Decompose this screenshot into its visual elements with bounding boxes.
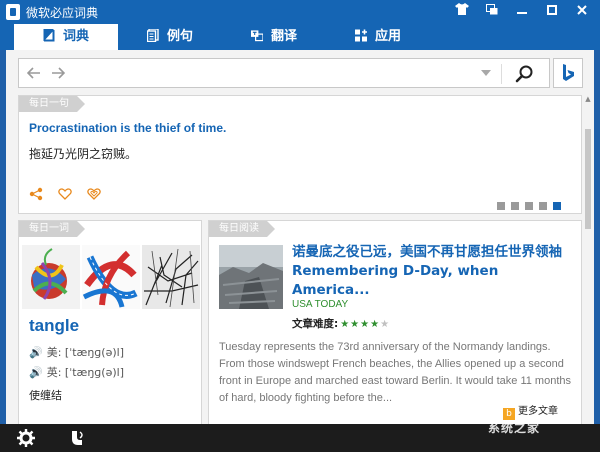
pager-dot[interactable] [511, 202, 519, 210]
close-button[interactable] [568, 0, 596, 24]
daily-word-card: 每日一词 tangle 🔊 美: [ˈtæŋɡ(ə)l] 🔊 英: [ˈtæŋɡ… [18, 220, 202, 426]
daily-sentence-tag: 每日一句 [19, 96, 85, 112]
scrollbar-thumb[interactable] [585, 129, 591, 229]
tab-dictionary-label: 词典 [62, 29, 89, 44]
yarn-ball-image[interactable] [22, 245, 80, 309]
rope-knot-image[interactable] [82, 245, 140, 309]
heart-outline-icon [87, 188, 101, 200]
mini-mode-button[interactable] [478, 0, 506, 24]
heart-icon [58, 188, 72, 200]
tab-dictionary[interactable]: 词典 [14, 24, 118, 50]
pronunciation-us-text: 美: [ˈtæŋɡ(ə)l] [46, 346, 124, 359]
minimize-button[interactable] [508, 0, 536, 24]
article-title[interactable]: 诺曼底之役已远，美国不再甘愿担任世界领袖 Remembering D-Day, … [292, 243, 578, 300]
tab-apps[interactable]: 应用 [326, 24, 430, 50]
maximize-button[interactable] [538, 0, 566, 24]
daily-sentence-english[interactable]: Procrastination is the thief of time. [29, 121, 226, 135]
gear-icon [17, 429, 35, 447]
tab-apps-label: 应用 [374, 29, 401, 44]
sentence-pager [491, 195, 561, 210]
arrow-left-icon [26, 67, 40, 79]
branches-image[interactable] [142, 245, 200, 309]
search-divider [501, 64, 502, 84]
pronunciation-uk-text: 英: [ˈtæŋɡ(ə)l] [46, 366, 124, 379]
window-title: 微软必应词典 [26, 6, 99, 20]
restore-window-icon [486, 4, 498, 15]
tab-examples-label: 例句 [166, 29, 193, 44]
speaker-icon[interactable]: 🔊 [29, 346, 43, 359]
translate-icon [250, 30, 263, 42]
article-difficulty: 文章难度: ★★★★★ [292, 316, 390, 331]
daily-sentence-chinese: 拖延乃光阴之窃贼。 [29, 147, 138, 161]
bing-logo-icon [563, 64, 574, 81]
daily-sentence-card: 每日一句 Procrastination is the thief of tim… [18, 95, 582, 214]
voice-button[interactable] [68, 428, 88, 448]
pronunciation-uk[interactable]: 🔊 英: [ˈtæŋɡ(ə)l] [29, 364, 124, 380]
pager-dot[interactable] [497, 202, 505, 210]
pager-dot-active[interactable] [553, 202, 561, 210]
pronunciation-us[interactable]: 🔊 美: [ˈtæŋɡ(ə)l] [29, 344, 124, 360]
settings-button[interactable] [16, 428, 36, 448]
document-icon [146, 29, 159, 42]
title-bar: 微软必应词典 [0, 0, 600, 24]
pager-dot[interactable] [539, 202, 547, 210]
forward-button[interactable] [49, 65, 67, 83]
daily-word[interactable]: tangle [29, 316, 79, 336]
main-content: 每日一句 Procrastination is the thief of tim… [6, 50, 594, 426]
difficulty-label: 文章难度: [292, 318, 339, 330]
tab-examples[interactable]: 例句 [118, 24, 222, 50]
app-logo-icon [6, 4, 20, 20]
article-source: USA TODAY [292, 299, 349, 310]
daily-reading-card: 每日阅读 诺曼底之役已远，美国不再甘愿担任世界领袖 Remembering D-… [208, 220, 582, 426]
search-icon [515, 65, 533, 83]
word-images [22, 245, 200, 309]
minimize-icon [517, 12, 527, 14]
daily-word-tag: 每日一词 [19, 221, 85, 237]
apps-icon [354, 29, 367, 42]
tab-translate[interactable]: 翻译 [222, 24, 326, 50]
close-icon [577, 5, 587, 15]
scroll-up-icon[interactable]: ▲ [584, 95, 592, 103]
word-definition: 使缠结 [29, 389, 62, 402]
main-tabs: 词典 例句 翻译 应用 [0, 24, 600, 50]
search-box [18, 58, 550, 88]
shirt-icon [455, 3, 469, 15]
scrollbar[interactable]: ▲ [584, 95, 592, 424]
search-button[interactable] [507, 62, 541, 86]
difficulty-stars: ★★★★★ [340, 319, 391, 330]
tab-translate-label: 翻译 [270, 29, 297, 44]
favorite-button[interactable] [86, 187, 102, 203]
search-input[interactable] [75, 63, 475, 85]
book-icon [43, 29, 55, 42]
arrow-right-icon [52, 67, 66, 79]
article-excerpt: Tuesday represents the 73rd anniversary … [219, 341, 571, 404]
back-button[interactable] [25, 65, 43, 83]
chevron-down-icon [481, 70, 491, 76]
speaker-icon[interactable]: 🔊 [29, 366, 43, 379]
daily-reading-tag: 每日阅读 [209, 221, 275, 237]
bing-button[interactable] [553, 58, 583, 88]
more-articles-button[interactable]: b 更多文章 [503, 402, 558, 420]
skin-button[interactable] [448, 0, 476, 24]
share-button[interactable] [28, 187, 44, 203]
history-dropdown[interactable] [481, 65, 495, 83]
more-articles-label: 更多文章 [518, 406, 558, 417]
article-thumbnail[interactable] [219, 245, 283, 309]
maximize-icon [547, 5, 557, 15]
watermark: 系统之家 [488, 421, 541, 435]
share-icon [29, 187, 43, 201]
pager-dot[interactable] [525, 202, 533, 210]
like-button[interactable] [57, 187, 73, 203]
microphone-icon [72, 431, 83, 445]
